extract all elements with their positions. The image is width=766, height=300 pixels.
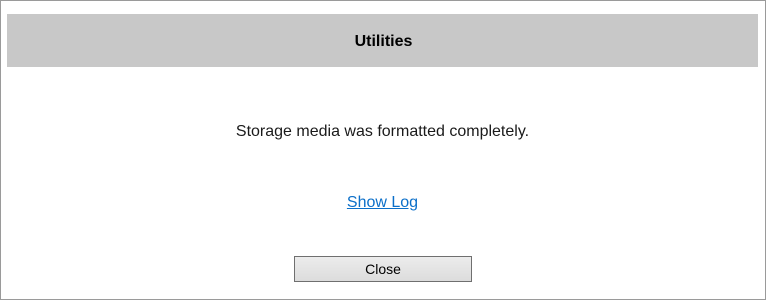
show-log-container: Show Log (7, 194, 758, 212)
utilities-dialog: Utilities Storage media was formatted co… (0, 0, 766, 300)
dialog-body: Storage media was formatted completely. … (7, 67, 758, 299)
dialog-title: Utilities (354, 32, 413, 50)
status-message: Storage media was formatted completely. (235, 123, 530, 140)
dialog-header: Utilities (7, 14, 758, 67)
close-button[interactable]: Close (294, 256, 472, 282)
show-log-link[interactable]: Show Log (347, 194, 418, 211)
